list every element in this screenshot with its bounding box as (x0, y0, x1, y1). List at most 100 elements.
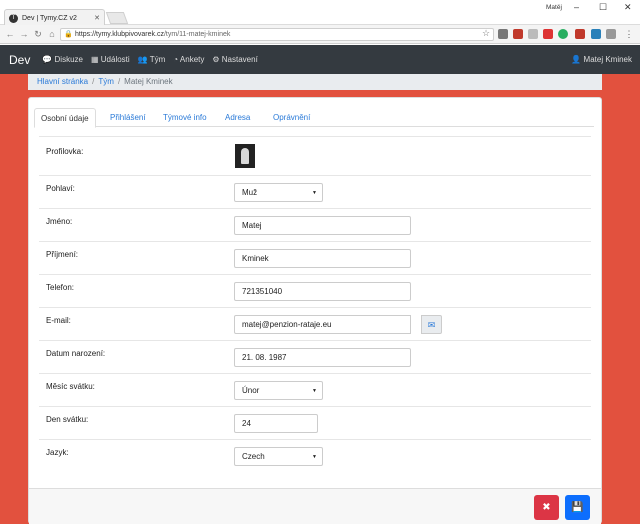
favicon-icon: T (9, 13, 18, 23)
nameday-month-value: Únor (242, 386, 260, 395)
form-row-last-name: Příjmení: Kminek (39, 241, 591, 274)
nav-label: Diskuze (54, 55, 83, 64)
extension-icon[interactable] (543, 29, 553, 39)
browser-tab-title: Dev | Tymy.CZ v2 (22, 14, 77, 22)
phone-input[interactable]: 721351040 (234, 282, 411, 301)
nav-user[interactable]: 👤 Matej Kminek (571, 55, 632, 64)
avatar-figure (241, 148, 249, 164)
nav-udalosti[interactable]: ▦ Události (91, 55, 130, 64)
delete-button[interactable]: ✖ (534, 495, 559, 520)
nav-ankety[interactable]: ◔ Ankety (173, 55, 204, 64)
extension-icon[interactable] (558, 29, 568, 39)
maximize-icon[interactable]: ☐ (599, 2, 607, 13)
tab-opravneni[interactable]: Oprávnění (267, 108, 316, 127)
tab-adresa[interactable]: Adresa (219, 108, 256, 127)
form-row-phone: Telefon: 721351040 (39, 274, 591, 307)
breadcrumb: Hlavní stránka / Tým / Matej Kminek (28, 74, 602, 90)
first-name-label: Jméno: (46, 217, 73, 226)
extension-icon[interactable] (575, 29, 585, 39)
envelope-icon: ✉ (427, 320, 436, 330)
birth-date-input[interactable]: 21. 08. 1987 (234, 348, 411, 367)
minimize-icon[interactable]: – (574, 2, 579, 12)
nav-user-name: Matej Kminek (583, 55, 632, 64)
back-icon[interactable]: ← (4, 29, 16, 39)
form-row-language: Jazyk: Czech ▼ (39, 439, 591, 474)
gender-select[interactable]: Muž ▼ (234, 183, 323, 202)
phone-label: Telefon: (46, 283, 75, 292)
gender-value: Muž (242, 188, 258, 197)
language-value: Czech (242, 452, 265, 461)
send-email-button[interactable]: ✉ (421, 315, 442, 334)
profile-card: Osobní údaje Přihlášení Týmové info Adre… (28, 97, 602, 524)
first-name-input[interactable]: Matej (234, 216, 411, 235)
language-select[interactable]: Czech ▼ (234, 447, 323, 466)
nav-label: Tým (149, 55, 166, 64)
nameday-day-input[interactable]: 24 (234, 414, 318, 433)
breadcrumb-separator: / (117, 77, 121, 86)
nav-nastaveni[interactable]: ⚙ Nastavení (212, 55, 257, 64)
card-footer: ✖ 💾 (29, 488, 601, 524)
form-row-gender: Pohlaví: Muž ▼ (39, 175, 591, 208)
form-row-nameday-day: Den svátku: 24 (39, 406, 591, 439)
nav-diskuze[interactable]: 💬 Diskuze (42, 55, 83, 64)
bookmark-star-icon[interactable]: ☆ (480, 28, 492, 39)
chevron-down-icon: ▼ (312, 454, 317, 460)
extension-icon[interactable] (528, 29, 538, 39)
forward-icon[interactable]: → (18, 29, 30, 39)
extension-icon[interactable] (513, 29, 523, 39)
url-path: /tym/11-matej-kminek (163, 31, 231, 38)
breadcrumb-team[interactable]: Tým (98, 77, 114, 86)
nav-label: Události (100, 55, 130, 64)
address-bar[interactable]: 🔒 https://tymy.klubpivovarek.cz/tym/11-m… (60, 28, 494, 41)
nav-tym[interactable]: 👥 Tým (138, 55, 166, 64)
close-window-icon[interactable]: ✕ (624, 2, 632, 13)
nameday-month-label: Měsíc svátku: (46, 382, 95, 391)
lock-icon: 🔒 (64, 31, 73, 38)
tab-tymove-info[interactable]: Týmové info (157, 108, 213, 127)
chevron-down-icon: ▼ (312, 388, 317, 394)
birth-date-label: Datum narození: (46, 349, 106, 358)
save-icon: 💾 (571, 502, 584, 513)
extension-icon[interactable] (606, 29, 616, 39)
last-name-input[interactable]: Kminek (234, 249, 411, 268)
extension-icon[interactable] (498, 29, 508, 39)
profile-tabs: Osobní údaje Přihlášení Týmové info Adre… (34, 104, 594, 128)
email-label: E-mail: (46, 316, 71, 325)
email-input[interactable]: matej@penzion-rataje.eu (234, 315, 411, 334)
breadcrumb-current: Matej Kminek (124, 77, 173, 86)
tab-prihlaseni[interactable]: Přihlášení (104, 108, 152, 127)
close-icon: ✖ (542, 502, 551, 513)
user-icon: 👤 (571, 55, 582, 64)
extension-icon[interactable] (591, 29, 601, 39)
top-navbar: Dev 💬 Diskuze ▦ Události 👥 Tým ◔ Ankety … (0, 45, 640, 74)
last-name-label: Příjmení: (46, 250, 79, 259)
form-row-email: E-mail: matej@penzion-rataje.eu ✉ (39, 307, 591, 340)
breadcrumb-separator: / (92, 77, 95, 86)
home-icon[interactable]: ⌂ (46, 29, 58, 39)
language-label: Jazyk: (46, 448, 69, 457)
tab-osobni-udaje[interactable]: Osobní údaje (34, 108, 96, 128)
form-row-first-name: Jméno: Matej (39, 208, 591, 241)
menu-icon[interactable]: ⋮ (624, 29, 634, 39)
nav-label: Nastavení (221, 55, 258, 64)
browser-titlebar: T Dev | Tymy.CZ v2 ✕ Matěj – ☐ ✕ (0, 0, 640, 26)
close-tab-icon[interactable]: ✕ (94, 14, 100, 22)
browser-tab[interactable]: T Dev | Tymy.CZ v2 ✕ (4, 9, 105, 26)
avatar[interactable] (235, 144, 255, 168)
url-host: https://tymy.klubpivovarek.cz (75, 31, 164, 38)
avatar-label: Profilovka: (46, 147, 84, 156)
nameday-month-select[interactable]: Únor ▼ (234, 381, 323, 400)
breadcrumb-home[interactable]: Hlavní stránka (37, 77, 88, 86)
nameday-day-label: Den svátku: (46, 415, 89, 424)
browser-profile-name[interactable]: Matěj (546, 4, 562, 11)
brand-link[interactable]: Dev (9, 53, 30, 67)
new-tab-button[interactable] (105, 12, 129, 24)
save-button[interactable]: 💾 (565, 495, 590, 520)
gender-label: Pohlaví: (46, 184, 75, 193)
form-row-nameday-month: Měsíc svátku: Únor ▼ (39, 373, 591, 406)
form-row-birth: Datum narození: 21. 08. 1987 (39, 340, 591, 373)
chevron-down-icon: ▼ (312, 190, 317, 196)
form-row-avatar: Profilovka: (39, 136, 591, 175)
nav-label: Ankety (179, 55, 205, 64)
reload-icon[interactable]: ↻ (32, 29, 44, 40)
